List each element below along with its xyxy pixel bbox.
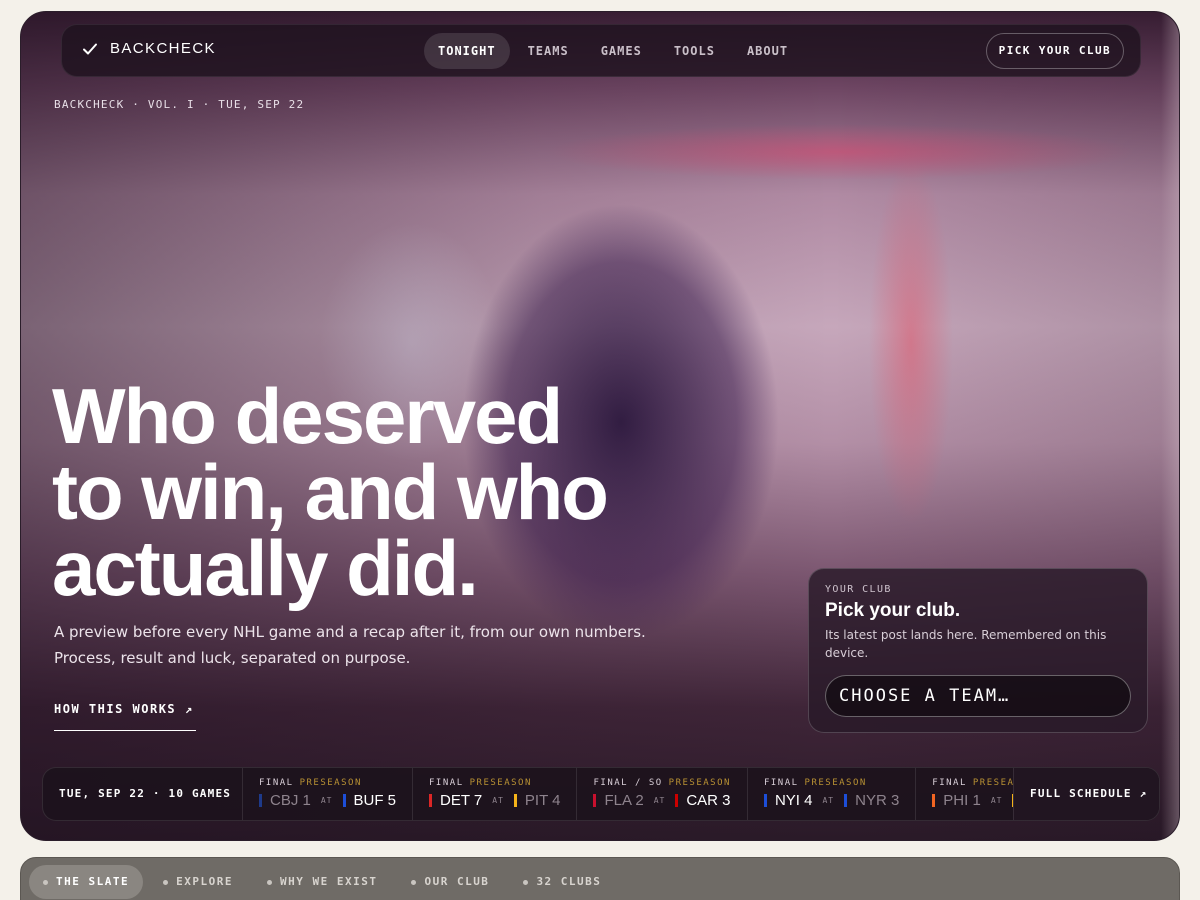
brand-name: BACKCHECK <box>110 40 216 57</box>
nav-link-tonight[interactable]: TONIGHT <box>424 33 510 69</box>
preseason-tag: PRESEASON <box>668 778 731 788</box>
game-status-text: FINAL / SO <box>593 778 663 788</box>
hero-section: BACKCHECK TONIGHT TEAMS GAMES TOOLS ABOU… <box>20 11 1180 841</box>
tab-32-clubs[interactable]: 32 CLUBS <box>509 865 615 899</box>
at-separator: AT <box>822 796 835 805</box>
game-score-line: DET 7 AT PIT 4 <box>429 792 560 809</box>
home-team-color-bar <box>342 794 346 807</box>
tab-the-slate[interactable]: THE SLATE <box>29 865 144 899</box>
game-status: FINAL PRESEASON <box>429 778 560 788</box>
game-status: FINAL PRESEASON <box>764 778 899 788</box>
hero-edge <box>1161 12 1179 840</box>
subcopy-line: A preview before every NHL game and a re… <box>54 623 646 641</box>
pick-your-club-button[interactable]: PICK YOUR CLUB <box>985 33 1124 69</box>
game-score-line: FLA 2 AT CAR 3 <box>593 792 731 809</box>
choose-team-select[interactable]: CHOOSE A TEAM… <box>825 675 1131 717</box>
score-game[interactable]: FINAL PRESEASON DET 7 AT PIT 4 <box>413 768 578 820</box>
away-team-score: DET 7 <box>440 792 483 809</box>
tab-dot-icon <box>523 879 529 885</box>
away-team-color-bar <box>932 794 936 807</box>
brand-logo[interactable]: BACKCHECK <box>82 40 216 57</box>
away-team-score: PHI 1 <box>943 792 981 809</box>
tab-explore[interactable]: EXPLORE <box>149 865 247 899</box>
headline-line: Who deserved <box>52 372 563 460</box>
full-schedule-link[interactable]: FULL SCHEDULE ↗ <box>1013 768 1159 820</box>
club-eyebrow: YOUR CLUB <box>825 584 892 595</box>
score-game[interactable]: FINAL PRESEASON NYI 4 AT NYR 3 <box>748 768 917 820</box>
hero-headline: Who deserved to win, and who actually di… <box>52 372 692 612</box>
tab-label: EXPLORE <box>176 875 233 888</box>
headline-line: actually did. <box>52 524 479 612</box>
at-separator: AT <box>990 796 1003 805</box>
away-team-score: NYI 4 <box>774 792 813 809</box>
away-team-color-bar <box>763 794 767 807</box>
nav-links: TONIGHT TEAMS GAMES TOOLS ABOUT <box>424 33 802 69</box>
slate-date: TUE, SEP 22 · 10 GAMES <box>43 768 243 820</box>
top-nav: BACKCHECK TONIGHT TEAMS GAMES TOOLS ABOU… <box>61 24 1141 77</box>
score-strip: TUE, SEP 22 · 10 GAMES FINAL PRESEASON CB… <box>42 767 1160 821</box>
game-score-line: CBJ 1 AT BUF 5 <box>259 792 396 809</box>
nav-link-tools[interactable]: TOOLS <box>660 33 729 69</box>
tab-dot-icon <box>411 879 417 885</box>
game-score-line: NYI 4 AT NYR 3 <box>763 792 900 809</box>
tab-our-club[interactable]: OUR CLUB <box>397 865 503 899</box>
tab-label: OUR CLUB <box>424 875 490 888</box>
nav-link-games[interactable]: GAMES <box>587 33 656 69</box>
game-status-text: FINAL <box>429 778 464 788</box>
tab-label: WHY WE EXIST <box>279 875 378 888</box>
tab-dot-icon <box>43 879 48 885</box>
away-team-color-bar <box>429 794 433 807</box>
tab-dot-icon <box>163 879 169 885</box>
tab-label: THE SLATE <box>56 875 130 888</box>
game-status-text: FINAL <box>259 778 294 788</box>
hero-subcopy: A preview before every NHL game and a re… <box>54 619 654 671</box>
preseason-tag: PRESEASON <box>469 778 532 788</box>
home-team-score: CAR 3 <box>686 792 731 809</box>
game-status: FINAL PRESEASON <box>259 778 396 788</box>
away-team-color-bar <box>593 794 597 807</box>
section-tabs: THE SLATE EXPLORE WHY WE EXIST OUR CLUB 32 C… <box>20 857 1180 900</box>
tab-label: 32 CLUBS <box>536 875 602 888</box>
games-list: FINAL PRESEASON CBJ 1 AT BUF 5 FINAL PRESE… <box>243 768 1053 820</box>
preseason-tag: PRESEASON <box>804 778 867 788</box>
tabs-list: THE SLATE EXPLORE WHY WE EXIST OUR CLUB 32 C… <box>29 865 615 899</box>
home-team-color-bar <box>513 794 517 807</box>
club-title: Pick your club. <box>825 600 961 621</box>
tab-why-we-exist[interactable]: WHY WE EXIST <box>253 865 391 899</box>
check-icon <box>83 43 97 54</box>
away-team-score: FLA 2 <box>604 792 644 809</box>
preseason-tag: PRESEASON <box>299 778 362 788</box>
score-game[interactable]: FINAL / SO PRESEASON FLA 2 AT CAR 3 <box>577 768 748 820</box>
home-team-score: PIT 4 <box>524 792 561 809</box>
club-card: YOUR CLUB Pick your club. Its latest pos… <box>808 568 1148 733</box>
club-description: Its latest post lands here. Remembered o… <box>825 628 1107 660</box>
dateline: BACKCHECK · VOL. I · TUE, SEP 22 <box>54 98 305 111</box>
nav-link-teams[interactable]: TEAMS <box>514 33 583 69</box>
subcopy-line: Process, result and luck, separated on p… <box>54 649 411 667</box>
tab-dot-icon <box>266 879 272 885</box>
home-team-score: NYR 3 <box>855 792 900 809</box>
away-team-score: CBJ 1 <box>270 792 311 809</box>
headline-line: to win, and who <box>52 448 609 536</box>
home-team-color-bar <box>675 794 679 807</box>
home-team-color-bar <box>844 794 848 807</box>
at-separator: AT <box>492 796 504 805</box>
nav-link-about[interactable]: ABOUT <box>733 33 802 69</box>
game-status-text: FINAL <box>763 778 799 788</box>
at-separator: AT <box>653 796 666 805</box>
how-this-works-link[interactable]: HOW THIS WORKS ↗ <box>54 702 196 731</box>
away-team-color-bar <box>259 794 262 807</box>
home-team-score: BUF 5 <box>353 792 397 809</box>
at-separator: AT <box>320 796 333 805</box>
score-game[interactable]: FINAL PRESEASON CBJ 1 AT BUF 5 <box>243 768 414 820</box>
game-status-text: FINAL <box>932 778 967 788</box>
game-status: FINAL / SO PRESEASON <box>593 778 730 788</box>
